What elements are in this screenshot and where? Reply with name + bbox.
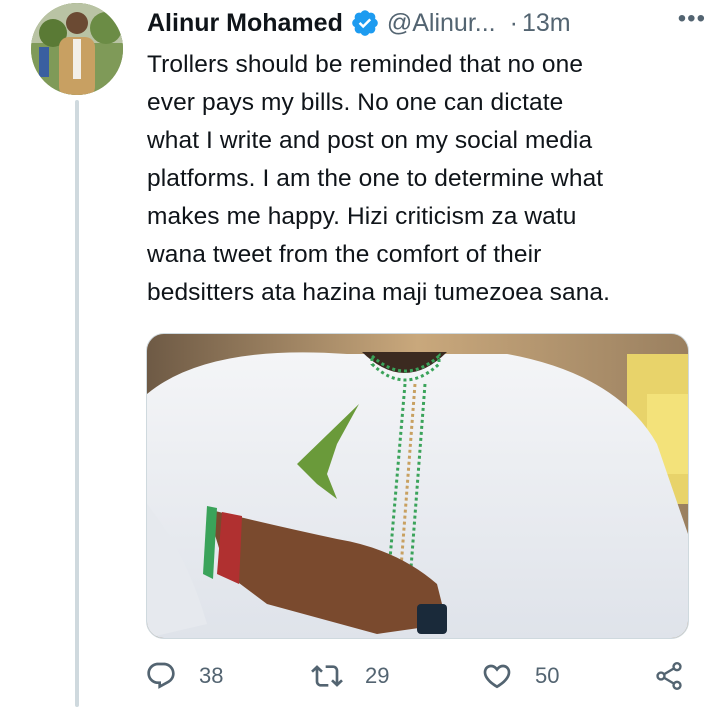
header-separator: · xyxy=(509,8,518,37)
like-count: 50 xyxy=(535,663,560,688)
share-icon xyxy=(656,662,682,690)
reply-button[interactable]: 38 xyxy=(145,660,223,692)
author-handle[interactable]: @Alinur... xyxy=(387,9,496,38)
like-button[interactable]: 50 xyxy=(481,660,559,692)
tweet-actions: 38 29 50 xyxy=(145,660,693,700)
verified-badge-icon xyxy=(352,10,378,36)
retweet-icon xyxy=(311,665,343,687)
media-photo xyxy=(147,334,688,638)
author-avatar[interactable] xyxy=(31,3,123,95)
share-button[interactable] xyxy=(653,660,685,692)
reply-count: 38 xyxy=(199,663,224,688)
tweet-timestamp[interactable]: 13m xyxy=(522,9,571,38)
author-name[interactable]: Alinur Mohamed xyxy=(147,9,343,38)
tweet-media-image[interactable] xyxy=(146,333,689,639)
tweet-text: Trollers should be reminded that no one … xyxy=(147,51,611,306)
tweet-header: Alinur Mohamed @Alinur... · 13m xyxy=(147,6,710,40)
retweet-button[interactable]: 29 xyxy=(311,660,389,692)
more-options-icon[interactable]: ••• xyxy=(678,6,706,32)
avatar-image xyxy=(31,3,123,95)
thread-line xyxy=(75,100,79,707)
like-icon xyxy=(483,664,511,689)
reply-icon xyxy=(147,662,175,689)
retweet-count: 29 xyxy=(365,663,390,688)
